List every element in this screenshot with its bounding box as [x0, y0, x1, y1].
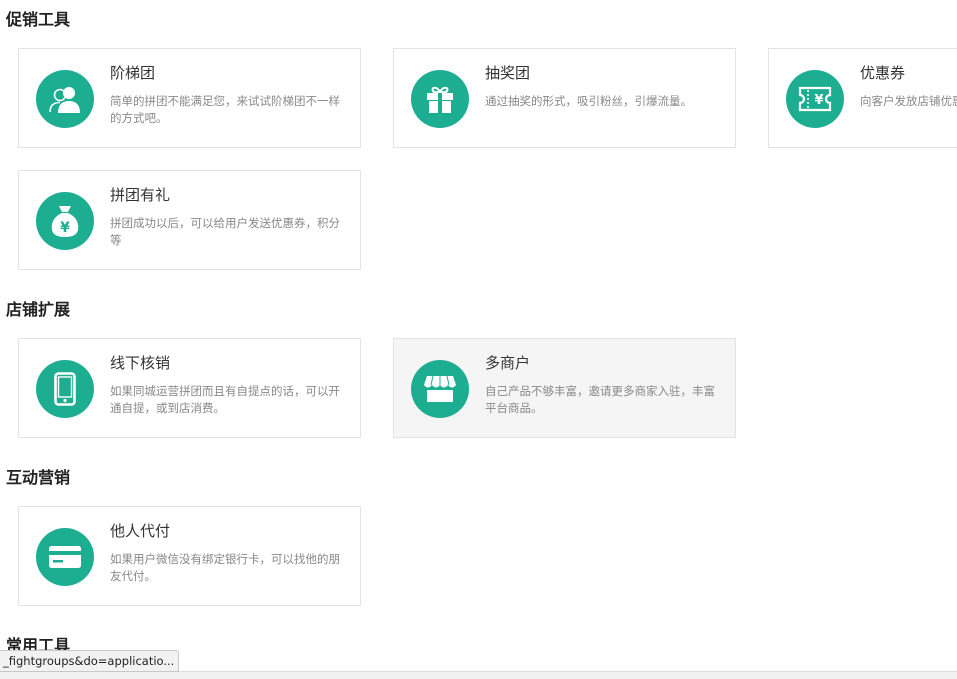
card-multi-merchant[interactable]: 多商户 自己产品不够丰富，邀请更多商家入驻，丰富平台商品。	[393, 338, 736, 438]
card-lottery-group[interactable]: 抽奖团 通过抽奖的形式，吸引粉丝，引爆流量。	[393, 48, 736, 148]
card-desc: 向客户发放店铺优惠券	[860, 94, 957, 108]
card-title: 多商户	[485, 354, 531, 372]
section-title-store: 店铺扩展	[6, 300, 71, 319]
card-coupon[interactable]: ¥ 优惠券 向客户发放店铺优惠券	[768, 48, 957, 148]
shop-icon	[411, 360, 469, 418]
card-desc: 拼团成功以后，可以给用户发送优惠券，积分等	[110, 216, 340, 247]
card-desc: 如果同城运营拼团而且有自提点的话，可以开通自提，或到店消费。	[110, 384, 340, 415]
card-desc: 简单的拼团不能满足您，来试试阶梯团不一样的方式吧。	[110, 94, 340, 125]
status-url-tooltip: _fightgroups&do=applicatio...	[0, 650, 180, 672]
card-title: 阶梯团	[110, 64, 156, 82]
svg-text:¥: ¥	[814, 93, 823, 108]
svg-text:¥: ¥	[60, 220, 70, 236]
page: 促销工具 阶梯团 简单的拼团不能满足您，来试试阶梯团不一样的方式吧。 抽奖团 通…	[0, 0, 957, 679]
horizontal-scrollbar[interactable]	[0, 671, 957, 679]
section-title-interactive: 互动营销	[6, 468, 71, 487]
card-icon	[36, 528, 94, 586]
card-title: 线下核销	[110, 354, 171, 372]
gift-icon	[411, 70, 469, 128]
ticket-icon: ¥	[786, 70, 844, 128]
card-pay-for-me[interactable]: 他人代付 如果用户微信没有绑定银行卡，可以找他的朋友代付。	[18, 506, 361, 606]
money-bag-icon: ¥	[36, 192, 94, 250]
card-desc: 如果用户微信没有绑定银行卡，可以找他的朋友代付。	[110, 552, 340, 583]
card-desc: 通过抽奖的形式，吸引粉丝，引爆流量。	[485, 94, 692, 108]
phone-icon	[36, 360, 94, 418]
card-desc: 自己产品不够丰富，邀请更多商家入驻，丰富平台商品。	[485, 384, 715, 415]
card-group-gift[interactable]: ¥ 拼团有礼 拼团成功以后，可以给用户发送优惠券，积分等	[18, 170, 361, 270]
card-ladder-group[interactable]: 阶梯团 简单的拼团不能满足您，来试试阶梯团不一样的方式吧。	[18, 48, 361, 148]
section-title-promo: 促销工具	[6, 10, 71, 29]
users-icon	[36, 70, 94, 128]
card-title: 抽奖团	[485, 64, 531, 82]
card-title: 拼团有礼	[110, 186, 171, 204]
card-title: 他人代付	[110, 522, 171, 540]
card-offline-verify[interactable]: 线下核销 如果同城运营拼团而且有自提点的话，可以开通自提，或到店消费。	[18, 338, 361, 438]
card-title: 优惠券	[860, 64, 906, 82]
